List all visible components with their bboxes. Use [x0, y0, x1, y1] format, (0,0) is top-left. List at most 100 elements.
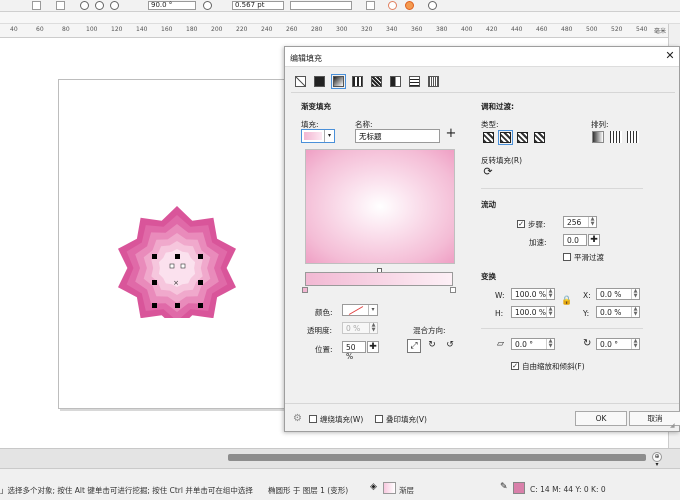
direction-icon[interactable] [203, 1, 212, 10]
ruler-tick-label: 300 [336, 26, 348, 33]
gear-icon[interactable]: ⚙ [293, 413, 302, 424]
transparency-label: 透明度: [307, 326, 333, 335]
width-label: W: [495, 291, 505, 300]
ellipse-icon[interactable] [80, 1, 89, 10]
vector-pattern-icon[interactable] [352, 76, 363, 87]
selection-handle[interactable] [198, 303, 203, 308]
outline-icon[interactable] [428, 1, 437, 10]
postscript-fill-icon[interactable] [428, 76, 439, 87]
gradient-ramp[interactable] [305, 272, 453, 286]
chevron-down-icon[interactable]: ▾ [368, 305, 377, 315]
mirror-icon[interactable] [32, 1, 41, 10]
start-color-node[interactable] [302, 287, 308, 293]
preset-name-input[interactable] [355, 129, 440, 143]
fountain-fill-icon[interactable] [331, 74, 346, 89]
steps-field[interactable]: 256 ▲ ▼ [563, 216, 597, 228]
spinner-icon[interactable]: ▲ ▼ [546, 339, 554, 349]
skew-field[interactable]: 0.0 ° ▲ ▼ [511, 338, 555, 350]
selection-handle[interactable] [175, 254, 180, 259]
node-color-picker[interactable]: ▾ [342, 304, 378, 316]
linear-blend-icon[interactable]: ⤢ [407, 339, 421, 353]
spinner-icon[interactable]: ▲ ▼ [631, 289, 639, 299]
selection-handle[interactable] [152, 254, 157, 259]
outline-width-field[interactable]: 0.567 pt [232, 1, 284, 10]
outline-status-swatch[interactable] [513, 482, 525, 494]
selection-handle[interactable] [198, 280, 203, 285]
ok-button[interactable]: OK [575, 411, 627, 426]
width-value: 100.0 % [515, 290, 546, 299]
fill-picker[interactable]: ▾ [301, 129, 335, 143]
scroll-thumb[interactable] [228, 454, 646, 461]
accel-picker-button[interactable]: ✚ [588, 234, 600, 246]
wrap-fill-checkbox[interactable] [309, 415, 317, 423]
selection-handle[interactable] [175, 303, 180, 308]
spinner-icon[interactable]: ▲ ▼ [546, 307, 554, 317]
selected-shape[interactable]: × [110, 183, 245, 318]
transparency-field[interactable]: 0 % ▲ ▼ [342, 322, 378, 334]
default-arrange-icon[interactable] [592, 131, 604, 143]
add-preset-button[interactable]: + [445, 127, 457, 141]
y-field[interactable]: 0.0 % ▲ ▼ [596, 306, 640, 318]
repeat-arrange-icon[interactable] [610, 131, 622, 143]
chevron-down-icon[interactable]: ▾ [652, 461, 662, 468]
overprint-checkbox[interactable] [375, 415, 383, 423]
selection-handle[interactable] [152, 280, 157, 285]
bitmap-pattern-icon[interactable] [371, 76, 382, 87]
horizontal-scrollbar[interactable]: ⊕ ▾ [0, 448, 680, 468]
elliptical-type-icon[interactable] [498, 130, 513, 145]
wrap-icon[interactable] [388, 1, 397, 10]
fill-status-swatch[interactable] [383, 482, 396, 494]
position-field[interactable]: 50 % [342, 341, 366, 361]
accel-field[interactable]: 0.0 [563, 234, 587, 246]
spinner-icon[interactable]: ▲ ▼ [631, 339, 639, 349]
gradient-preview[interactable] [305, 149, 455, 264]
status-bar: 」选择多个对象; 按住 Alt 键单击可进行挖掘; 按住 Ctrl 并单击可在组… [0, 468, 680, 500]
spinner-icon[interactable]: ▲ ▼ [369, 323, 377, 333]
width-field[interactable]: 100.0 % ▲ ▼ [511, 288, 555, 300]
outline-style-field[interactable] [290, 1, 352, 10]
skew-icon: ▱ [497, 339, 504, 349]
selection-handle[interactable] [198, 254, 203, 259]
rectangular-type-icon[interactable] [534, 132, 545, 143]
pie-icon[interactable] [95, 1, 104, 10]
selection-handle[interactable] [152, 303, 157, 308]
no-fill-icon[interactable] [295, 76, 306, 87]
spinner-icon[interactable]: ▲ ▼ [546, 289, 554, 299]
node-handle[interactable] [180, 263, 186, 269]
mirror-arrange-icon[interactable] [627, 131, 639, 143]
node-handle[interactable] [169, 263, 175, 269]
linear-type-icon[interactable] [483, 132, 494, 143]
x-field[interactable]: 0.0 % ▲ ▼ [596, 288, 640, 300]
reverse-fill-icon[interactable]: ⟳ [481, 166, 495, 180]
x-value: 0.0 % [600, 290, 622, 299]
accel-value: 0.0 [567, 236, 579, 245]
counterclockwise-blend-icon[interactable]: ↺ [443, 339, 457, 353]
close-icon[interactable]: ✕ [663, 50, 677, 64]
y-label: Y: [583, 309, 590, 318]
arrange-icon[interactable] [56, 1, 65, 10]
chevron-down-icon[interactable]: ▾ [324, 130, 334, 142]
conical-type-icon[interactable] [517, 132, 528, 143]
texture-fill-icon[interactable] [409, 76, 420, 87]
position-picker-button[interactable]: ✚ [367, 341, 379, 353]
fill-icon[interactable] [405, 1, 414, 10]
angle-field[interactable]: 90.0 ° [148, 1, 196, 10]
arc-icon[interactable] [110, 1, 119, 10]
height-field[interactable]: 100.0 % ▲ ▼ [511, 306, 555, 318]
convert-icon[interactable] [366, 1, 375, 10]
resize-grip-icon[interactable]: ◢ [670, 422, 678, 430]
color-readout: C: 14 M: 44 Y: 0 K: 0 [530, 485, 606, 494]
clockwise-blend-icon[interactable]: ↻ [425, 339, 439, 353]
spinner-icon[interactable]: ▲ ▼ [631, 307, 639, 317]
rotate-field[interactable]: 0.0 ° ▲ ▼ [596, 338, 640, 350]
uniform-fill-icon[interactable] [314, 76, 325, 87]
lock-icon[interactable]: 🔒 [561, 296, 572, 306]
steps-checkbox[interactable] [517, 220, 525, 228]
two-color-pattern-icon[interactable] [390, 76, 401, 87]
ruler-tick-label: 420 [486, 26, 498, 33]
spinner-icon[interactable]: ▲ ▼ [588, 217, 596, 227]
rotate-value: 0.0 ° [600, 340, 619, 349]
free-scale-checkbox[interactable] [511, 362, 519, 370]
end-color-node[interactable] [450, 287, 456, 293]
smooth-checkbox[interactable] [563, 253, 571, 261]
